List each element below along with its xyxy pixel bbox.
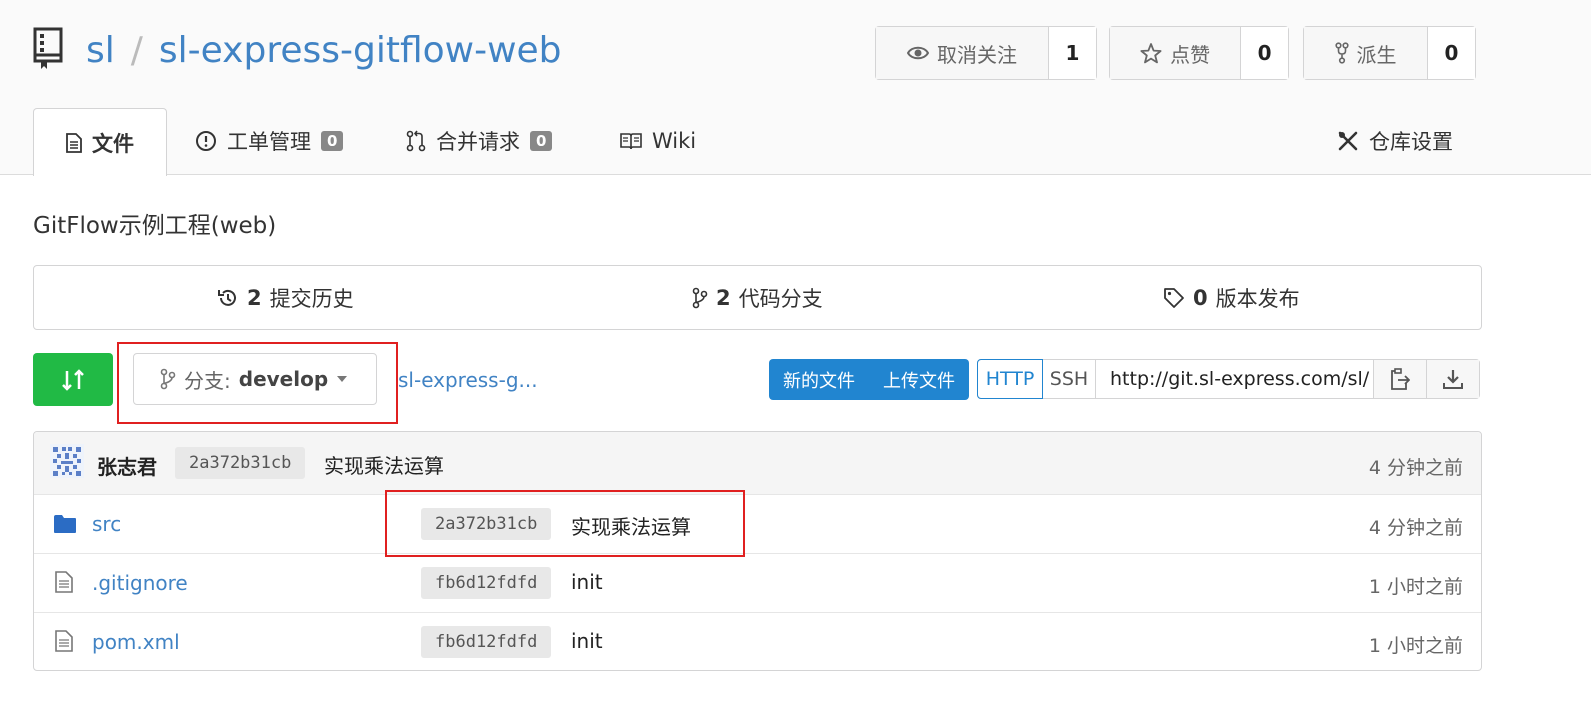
issues-count-badge: 0 — [321, 131, 344, 151]
compare-icon — [62, 368, 84, 391]
table-row[interactable]: src 2a372b31cb 实现乘法运算 4 分钟之前 — [34, 494, 1481, 553]
fork-button-group: 派生 0 — [1303, 26, 1476, 80]
branch-name: develop — [238, 367, 329, 391]
tab-files-label: 文件 — [92, 131, 134, 156]
commits-label: 提交历史 — [269, 286, 354, 311]
repo-book-icon — [33, 27, 63, 69]
star-count[interactable]: 0 — [1241, 27, 1288, 79]
latest-commit-row: 张志君 2a372b31cb 实现乘法运算 4 分钟之前 — [34, 432, 1481, 494]
file-commit-time: 1 小时之前 — [1368, 576, 1463, 598]
fork-label: 派生 — [1356, 42, 1397, 67]
releases-count: 0 — [1193, 285, 1208, 310]
repo-link[interactable]: sl-express-gitflow-web — [159, 30, 562, 71]
file-name[interactable]: src — [92, 512, 121, 536]
releases-label: 版本发布 — [1215, 286, 1300, 311]
unwatch-button[interactable]: 取消关注 — [876, 27, 1049, 79]
http-toggle[interactable]: HTTP — [977, 359, 1043, 399]
watch-button-group: 取消关注 1 — [875, 26, 1097, 80]
file-commit-time: 1 小时之前 — [1368, 635, 1463, 657]
tab-pull-requests[interactable]: 合并请求 0 — [406, 108, 553, 174]
file-commit-sha[interactable]: fb6d12fdfd — [421, 567, 552, 599]
branches-count: 2 — [716, 285, 731, 310]
commits-count: 2 — [247, 285, 262, 310]
file-commit-time: 4 分钟之前 — [1368, 517, 1463, 539]
file-name[interactable]: pom.xml — [92, 630, 180, 654]
clipboard-icon — [1391, 368, 1410, 390]
upload-file-button[interactable]: 上传文件 — [869, 359, 969, 400]
download-button[interactable] — [1426, 360, 1479, 398]
tab-wiki-label: Wiki — [652, 129, 697, 153]
latest-commit-message[interactable]: 实现乘法运算 — [324, 450, 444, 479]
branch-icon — [692, 287, 708, 308]
tab-issues[interactable]: 工单管理 0 — [195, 108, 344, 174]
fork-button[interactable]: 派生 — [1304, 27, 1428, 79]
repo-title: sl / sl-express-gitflow-web — [86, 28, 562, 74]
highlight-box-commit — [385, 490, 745, 557]
star-label: 点赞 — [1170, 42, 1211, 67]
file-commit-sha[interactable]: fb6d12fdfd — [421, 626, 552, 658]
history-icon — [218, 289, 236, 306]
commit-author[interactable]: 张志君 — [97, 451, 157, 480]
file-icon — [66, 132, 82, 153]
path-separator: / — [130, 30, 143, 71]
star-button-group: 点赞 0 — [1109, 26, 1289, 80]
tab-files[interactable]: 文件 — [33, 108, 167, 176]
tools-icon — [1338, 131, 1358, 151]
file-icon — [55, 571, 73, 593]
tab-issues-label: 工单管理 — [227, 130, 311, 154]
book-icon — [620, 133, 642, 150]
branch-prefix: 分支: — [184, 368, 231, 393]
repo-description: GitFlow示例工程(web) — [33, 213, 277, 239]
clone-panel: HTTP SSH http://git.sl-express.com/sl/ — [977, 359, 1480, 399]
branch-icon — [160, 368, 176, 390]
tab-pull-requests-label: 合并请求 — [436, 130, 520, 154]
pull-request-icon — [406, 130, 426, 152]
download-icon — [1443, 370, 1463, 389]
latest-commit-sha[interactable]: 2a372b31cb — [175, 447, 306, 479]
tab-settings[interactable]: 仓库设置 — [1337, 108, 1453, 174]
releases-stat[interactable]: 0 版本发布 — [1163, 266, 1300, 329]
file-commit-message[interactable]: init — [571, 570, 603, 594]
file-icon — [55, 630, 73, 652]
avatar[interactable] — [50, 444, 84, 478]
commits-stat[interactable]: 2 提交历史 — [217, 266, 354, 329]
folder-icon — [54, 515, 76, 533]
branches-stat[interactable]: 2 代码分支 — [692, 266, 823, 329]
tab-wiki[interactable]: Wiki — [620, 108, 696, 174]
branch-selector[interactable]: 分支: develop — [133, 353, 377, 405]
fork-icon — [1334, 42, 1349, 64]
latest-commit-time: 4 分钟之前 — [1368, 457, 1463, 479]
owner-link[interactable]: sl — [86, 30, 115, 71]
file-actions: 新的文件 上传文件 — [769, 359, 969, 400]
tag-icon — [1164, 287, 1184, 308]
table-row[interactable]: pom.xml fb6d12fdfd init 1 小时之前 — [34, 612, 1481, 671]
ssh-toggle[interactable]: SSH — [1043, 360, 1095, 398]
copy-url-button[interactable] — [1373, 360, 1426, 398]
unwatch-label: 取消关注 — [937, 42, 1017, 67]
fork-count[interactable]: 0 — [1428, 27, 1475, 79]
caret-down-icon — [337, 376, 348, 382]
star-icon — [1140, 42, 1162, 63]
eye-icon — [907, 46, 929, 60]
issue-icon — [196, 131, 216, 151]
star-button[interactable]: 点赞 — [1110, 27, 1242, 79]
pull-requests-count-badge: 0 — [530, 131, 553, 151]
file-table: 张志君 2a372b31cb 实现乘法运算 4 分钟之前 src 2a372b3… — [33, 431, 1482, 671]
path-breadcrumb[interactable]: sl-express-g... — [398, 368, 538, 392]
new-file-button[interactable]: 新的文件 — [769, 359, 869, 400]
file-commit-message[interactable]: init — [571, 629, 603, 653]
clone-url-input[interactable]: http://git.sl-express.com/sl/ — [1095, 360, 1373, 398]
tab-settings-label: 仓库设置 — [1369, 130, 1453, 154]
table-row[interactable]: .gitignore fb6d12fdfd init 1 小时之前 — [34, 553, 1481, 612]
branches-label: 代码分支 — [738, 286, 823, 311]
compare-button[interactable] — [33, 353, 113, 406]
file-name[interactable]: .gitignore — [92, 571, 188, 595]
watch-count[interactable]: 1 — [1049, 27, 1096, 79]
